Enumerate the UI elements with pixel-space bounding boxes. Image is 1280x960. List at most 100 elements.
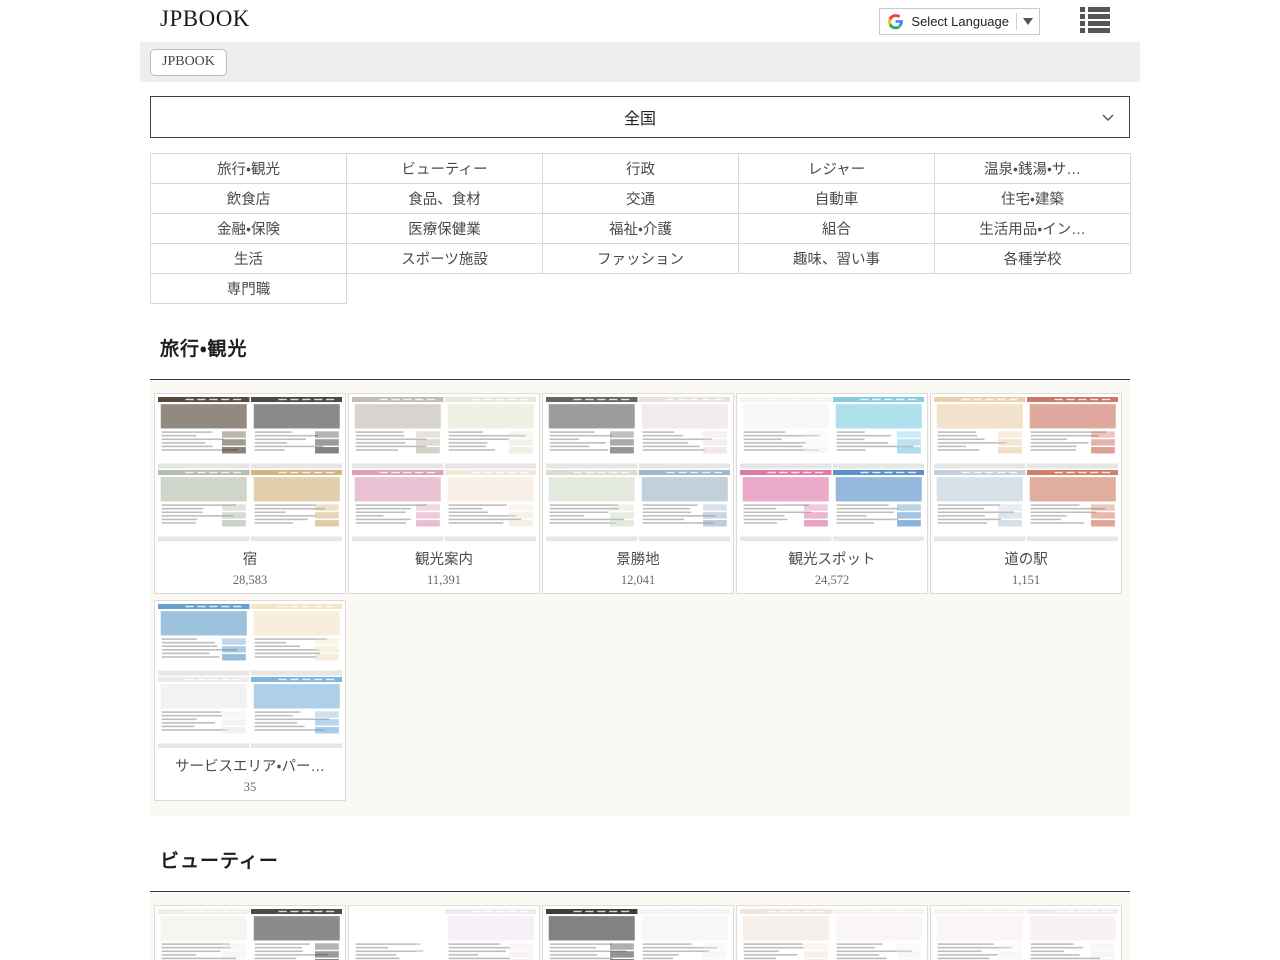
- card-thumbnail: [546, 470, 638, 542]
- card-count: 12,041: [546, 573, 730, 588]
- menu-line: [1080, 21, 1110, 26]
- card-grid: 美容室ネイルサロンエステまつげエクステリラクゼーション: [150, 902, 1130, 960]
- category-card[interactable]: エステ: [542, 905, 734, 960]
- category-cell[interactable]: 福祉・介護: [543, 214, 739, 244]
- card-count: 35: [158, 780, 342, 795]
- category-cell-empty: [739, 274, 935, 304]
- card-thumbnail: [740, 909, 832, 960]
- card-thumbnail-grid: [158, 909, 342, 960]
- category-card[interactable]: 観光スポット24,572: [736, 393, 928, 594]
- card-thumbnail: [833, 397, 925, 469]
- category-cell-empty: [543, 274, 739, 304]
- breadcrumb-item-jpbook[interactable]: JPBOOK: [150, 49, 227, 76]
- card-thumbnail: [445, 909, 537, 960]
- card-thumbnail: [158, 470, 250, 542]
- site-header: JPBOOK Select Language: [0, 0, 1280, 42]
- category-card[interactable]: 観光案内11,391: [348, 393, 540, 594]
- category-cell[interactable]: レジャー: [739, 154, 935, 184]
- divider: [1016, 13, 1017, 30]
- section-title: 旅行・観光: [160, 334, 1130, 361]
- card-thumbnail: [158, 397, 250, 469]
- category-cell[interactable]: 行政: [543, 154, 739, 184]
- card-thumbnail: [833, 909, 925, 960]
- card-thumbnail-grid: [352, 397, 536, 541]
- category-row: 飲食店食品、食材交通自動車住宅・建築: [151, 184, 1131, 214]
- category-cell[interactable]: スポーツ施設: [347, 244, 543, 274]
- card-thumbnail: [833, 470, 925, 542]
- breadcrumb: JPBOOK: [140, 42, 1140, 82]
- category-card[interactable]: 景勝地12,041: [542, 393, 734, 594]
- menu-line: [1080, 14, 1110, 19]
- card-thumbnail: [1027, 397, 1119, 469]
- category-cell[interactable]: 医療保健業: [347, 214, 543, 244]
- card-grid: 宿28,583観光案内11,391景勝地12,041観光スポット24,572道の…: [150, 390, 1130, 804]
- menu-line: [1080, 7, 1110, 12]
- category-row: 旅行・観光ビューティー行政レジャー温泉・銭湯・サ…: [151, 154, 1131, 184]
- category-cell[interactable]: 自動車: [739, 184, 935, 214]
- category-cell[interactable]: 各種学校: [935, 244, 1131, 274]
- card-thumbnail: [546, 397, 638, 469]
- category-cell[interactable]: 飲食店: [151, 184, 347, 214]
- google-translate-widget[interactable]: Select Language: [879, 8, 1040, 35]
- card-thumbnail: [158, 604, 250, 676]
- site-brand[interactable]: JPBOOK: [160, 7, 250, 30]
- category-cell[interactable]: ビューティー: [347, 154, 543, 184]
- card-thumbnail: [158, 909, 250, 960]
- section-body: 宿28,583観光案内11,391景勝地12,041観光スポット24,572道の…: [150, 380, 1130, 816]
- translate-label: Select Language: [911, 15, 1016, 28]
- category-cell[interactable]: 専門職: [151, 274, 347, 304]
- category-cell[interactable]: 温泉・銭湯・サ…: [935, 154, 1131, 184]
- card-thumbnail: [158, 677, 250, 749]
- card-thumbnail: [352, 909, 444, 960]
- card-count: 28,583: [158, 573, 342, 588]
- card-thumbnail: [639, 909, 731, 960]
- card-title: 観光案内: [352, 548, 536, 569]
- category-cell[interactable]: 組合: [739, 214, 935, 244]
- card-thumbnail: [740, 397, 832, 469]
- category-cell[interactable]: 趣味、習い事: [739, 244, 935, 274]
- category-cell[interactable]: 生活: [151, 244, 347, 274]
- area-select[interactable]: 全国: [150, 96, 1130, 138]
- card-thumbnail: [251, 677, 343, 749]
- category-card[interactable]: 宿 28,583: [154, 393, 346, 594]
- category-cell[interactable]: 旅行・観光: [151, 154, 347, 184]
- category-cell[interactable]: ファッション: [543, 244, 739, 274]
- category-row: 金融・保険医療保健業福祉・介護組合生活用品・イン…: [151, 214, 1131, 244]
- card-thumbnail-grid: [740, 909, 924, 960]
- category-card[interactable]: サービスエリア・パー… 35: [154, 600, 346, 801]
- card-thumbnail-grid: [352, 909, 536, 960]
- card-count: 1,151: [934, 573, 1118, 588]
- card-thumbnail: [1027, 470, 1119, 542]
- category-card[interactable]: ネイルサロン: [348, 905, 540, 960]
- hamburger-list-icon[interactable]: [1080, 7, 1110, 33]
- google-g-icon: [887, 13, 904, 30]
- card-title: 宿: [158, 548, 342, 569]
- card-thumbnail-grid: [934, 909, 1118, 960]
- chevron-down-icon[interactable]: [1023, 18, 1033, 25]
- card-thumbnail: [934, 909, 1026, 960]
- page-content: 全国 旅行・観光ビューティー行政レジャー温泉・銭湯・サ…飲食店食品、食材交通自動…: [150, 96, 1130, 960]
- category-cell[interactable]: 金融・保険: [151, 214, 347, 244]
- card-thumbnail: [639, 470, 731, 542]
- category-card[interactable]: 道の駅 1,151: [930, 393, 1122, 594]
- category-card[interactable]: リラクゼーション: [930, 905, 1122, 960]
- sections-host: 旅行・観光宿 28,583 観光案内11,391景勝地12,041観光スポット24,…: [150, 304, 1130, 960]
- category-cell[interactable]: 食品、食材: [347, 184, 543, 214]
- card-thumbnail: [251, 909, 343, 960]
- category-row: 生活スポーツ施設ファッション趣味、習い事各種学校: [151, 244, 1131, 274]
- card-thumbnail: [352, 470, 444, 542]
- category-card[interactable]: 美容室: [154, 905, 346, 960]
- card-thumbnail-grid: [740, 397, 924, 541]
- category-cell[interactable]: 住宅・建築: [935, 184, 1131, 214]
- category-row: 専門職: [151, 274, 1131, 304]
- category-card[interactable]: まつげエクステ: [736, 905, 928, 960]
- card-title: 道の駅: [934, 548, 1118, 569]
- category-cell[interactable]: 生活用品・イン…: [935, 214, 1131, 244]
- card-thumbnail: [639, 397, 731, 469]
- card-count: 24,572: [740, 573, 924, 588]
- card-thumbnail-grid: [934, 397, 1118, 541]
- card-thumbnail: [1027, 909, 1119, 960]
- category-section: ビューティー美容室ネイルサロンエステまつげエクステリラクゼーション: [150, 816, 1130, 960]
- card-title: サービスエリア・パー…: [158, 755, 342, 776]
- category-cell[interactable]: 交通: [543, 184, 739, 214]
